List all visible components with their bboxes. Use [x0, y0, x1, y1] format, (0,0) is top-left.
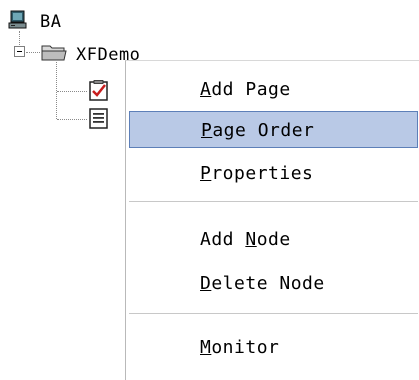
- context-menu: Add Page Page Order Properties Add Node …: [125, 60, 419, 380]
- menu-item-label: Properties: [200, 163, 314, 184]
- menu-item-properties[interactable]: Properties: [129, 155, 418, 192]
- folder-icon: [41, 45, 67, 61]
- tree-connector: [57, 119, 87, 120]
- menu-item-add-node[interactable]: Add Node: [129, 221, 418, 258]
- checklist-icon[interactable]: [88, 80, 110, 102]
- menu-item-add-page[interactable]: Add Page: [129, 71, 418, 108]
- tree-connector: [19, 31, 20, 45]
- document-icon[interactable]: [88, 108, 110, 130]
- menu-item-label: Monitor: [200, 337, 280, 358]
- menu-separator: [129, 201, 418, 202]
- menu-item-label: Add Node: [200, 229, 291, 250]
- menu-separator: [129, 313, 418, 314]
- computer-icon: [8, 10, 27, 29]
- menu-item-label: Add Page: [200, 79, 291, 100]
- menu-item-label: Page Order: [201, 120, 315, 141]
- tree-root-label[interactable]: BA: [40, 12, 61, 32]
- menu-item-page-order[interactable]: Page Order: [129, 111, 418, 148]
- menu-item-delete-node[interactable]: Delete Node: [129, 265, 418, 302]
- tree-connector: [57, 91, 87, 92]
- menu-item-monitor[interactable]: Monitor: [129, 329, 418, 366]
- tree-connector: [26, 52, 40, 53]
- collapse-toggle[interactable]: [14, 46, 25, 57]
- menu-item-label: Delete Node: [200, 273, 325, 294]
